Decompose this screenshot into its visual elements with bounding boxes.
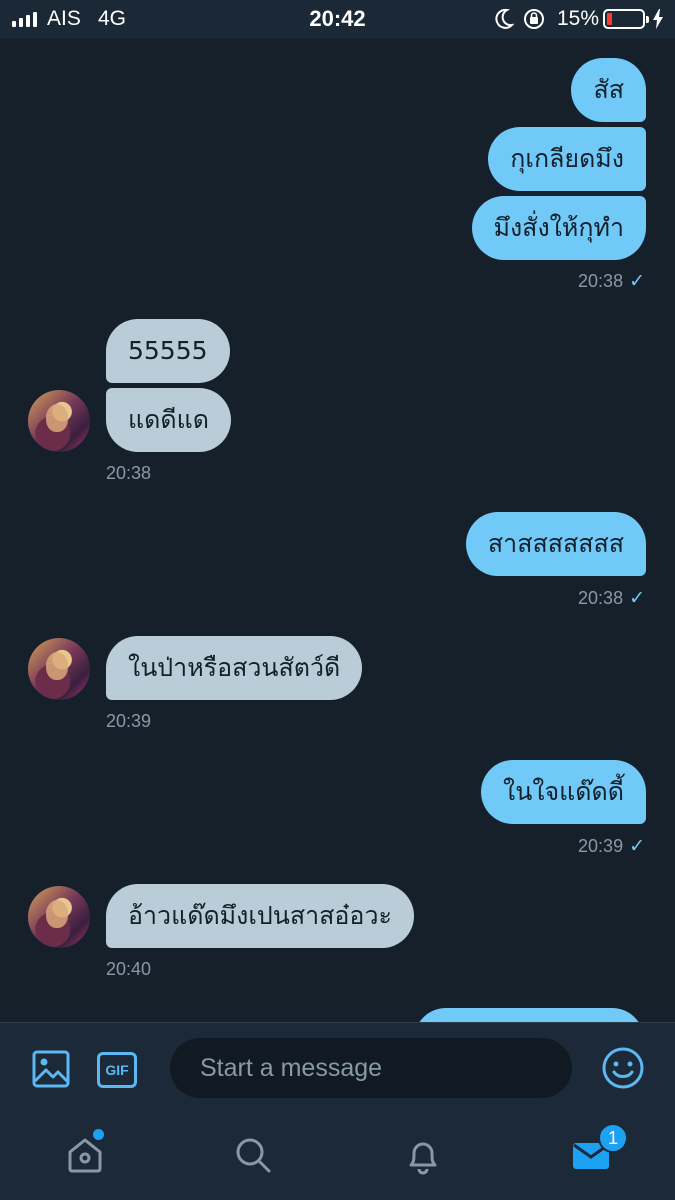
search-icon bbox=[233, 1135, 273, 1179]
outgoing-message-partial[interactable] bbox=[414, 1008, 644, 1022]
message-timestamp: 20:39 ✓ bbox=[578, 836, 645, 857]
avatar[interactable] bbox=[28, 390, 90, 452]
tab-home[interactable] bbox=[40, 1114, 130, 1200]
bell-icon bbox=[403, 1135, 443, 1179]
incoming-message[interactable]: อ้าวแด๊ดมึงเปนสาสอ๋อวะ bbox=[106, 884, 414, 948]
messages-badge: 1 bbox=[598, 1123, 628, 1153]
message-input[interactable]: Start a message bbox=[170, 1038, 572, 1098]
tab-notifications[interactable] bbox=[378, 1114, 468, 1200]
incoming-message[interactable]: แดดีแด bbox=[106, 388, 231, 452]
outgoing-message[interactable]: สาสสสสสสส bbox=[465, 512, 646, 576]
outgoing-message[interactable]: มึงสั่งให้กุทำ bbox=[471, 196, 646, 260]
sent-check-icon: ✓ bbox=[629, 271, 645, 292]
message-timestamp: 20:39 bbox=[106, 711, 152, 731]
message-timestamp: 20:38 ✓ bbox=[578, 271, 645, 292]
outgoing-message[interactable]: ในใจแด๊ดดี้ bbox=[481, 760, 646, 824]
status-bar: AIS 4G 20:42 15% bbox=[0, 0, 675, 38]
sent-check-icon: ✓ bbox=[629, 836, 645, 857]
battery-icon bbox=[603, 9, 649, 29]
rotation-lock-icon bbox=[522, 8, 546, 36]
message-thread[interactable]: สัส กุเกลียดมึง มึงสั่งให้กุทำ 20:38 ✓ 55… bbox=[0, 38, 675, 1022]
image-icon[interactable] bbox=[32, 1050, 70, 1092]
avatar[interactable] bbox=[28, 638, 90, 700]
incoming-message[interactable]: ในป่าหรือสวนสัตว์ดี bbox=[106, 636, 363, 700]
message-timestamp: 20:40 bbox=[106, 959, 152, 979]
message-composer: GIF Start a message bbox=[0, 1022, 675, 1114]
home-unread-dot bbox=[93, 1129, 104, 1140]
avatar[interactable] bbox=[28, 886, 90, 948]
charging-icon bbox=[652, 8, 664, 36]
tab-search[interactable] bbox=[208, 1114, 298, 1200]
sent-check-icon: ✓ bbox=[629, 588, 645, 609]
tab-bar bbox=[0, 1114, 675, 1200]
outgoing-message[interactable]: สัส bbox=[571, 58, 646, 122]
home-icon bbox=[65, 1135, 105, 1179]
gif-icon[interactable]: GIF bbox=[97, 1052, 137, 1088]
battery-percent: 15% bbox=[557, 7, 600, 30]
emoji-icon[interactable] bbox=[601, 1046, 645, 1094]
incoming-message[interactable]: 55555 bbox=[106, 319, 230, 383]
outgoing-message[interactable]: กุเกลียดมึง bbox=[488, 127, 646, 191]
message-timestamp: 20:38 ✓ bbox=[578, 588, 645, 609]
moon-icon bbox=[494, 8, 515, 36]
message-timestamp: 20:38 bbox=[106, 463, 152, 483]
